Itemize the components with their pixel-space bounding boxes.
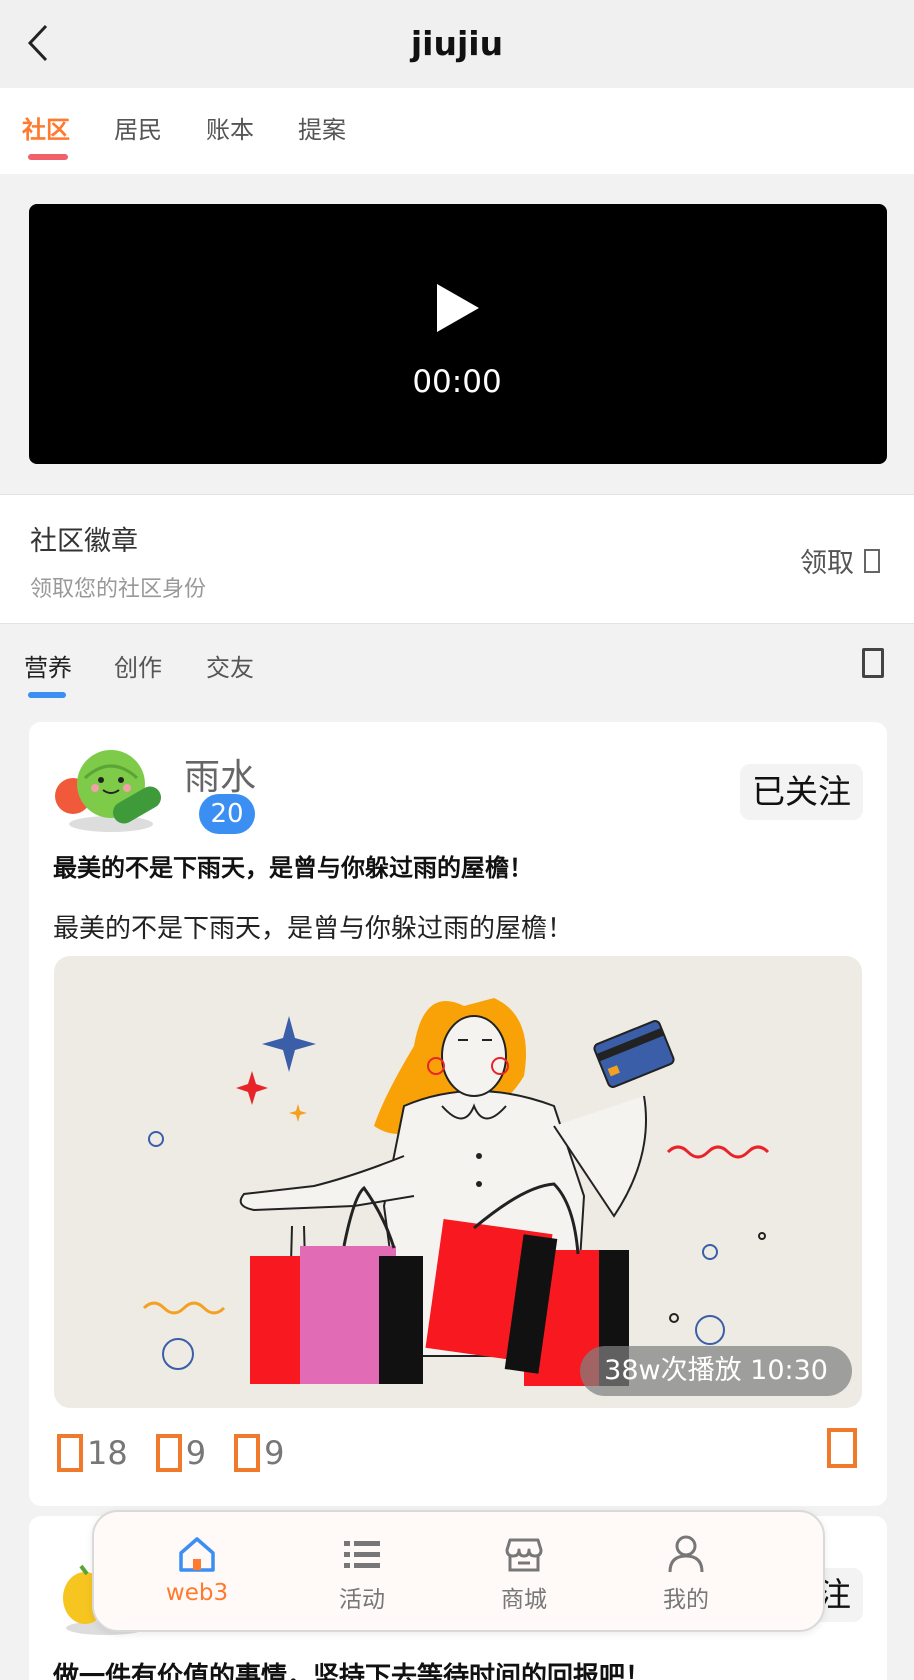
nav-mall[interactable]: 商城: [469, 1534, 579, 1614]
post-image[interactable]: 38w次播放 10:30: [54, 956, 862, 1408]
chevron-right-icon: [864, 548, 880, 573]
post-title: 做一件有价值的事情，坚持下去等待时间的回报吧！: [53, 1662, 652, 1680]
tab-residents[interactable]: 居民: [114, 110, 162, 145]
badge-title: 社区徽章: [30, 526, 138, 557]
post-card[interactable]: 雨水 20 已关注 最美的不是下雨天，是曾与你躲过雨的屋檐！ 最美的不是下雨天，…: [29, 722, 887, 1506]
category-tab-indicator: [28, 692, 66, 698]
top-tabs: 社区 居民 账本 提案: [0, 88, 914, 174]
shopping-illustration: [142, 998, 770, 1386]
nav-label: 我的: [663, 1587, 709, 1613]
store-icon: [505, 1538, 543, 1572]
list-icon: [344, 1541, 380, 1568]
video-player[interactable]: [29, 204, 887, 464]
tab-creation[interactable]: 创作: [114, 648, 162, 683]
tab-ledger[interactable]: 账本: [206, 110, 254, 145]
nav-label: web3: [165, 1580, 229, 1606]
header: jiujiu: [0, 0, 914, 88]
nav-label: 商城: [501, 1587, 547, 1613]
nav-web3[interactable]: web3: [142, 1534, 252, 1606]
avatar: [55, 750, 161, 832]
bottom-nav: web3 活动 商城 我的: [92, 1510, 825, 1632]
user-icon: [668, 1535, 704, 1573]
nav-label: 活动: [339, 1587, 385, 1613]
comment-count: 9: [185, 1434, 207, 1472]
menu-icon[interactable]: [862, 648, 884, 678]
tab-proposals[interactable]: 提案: [298, 110, 346, 145]
collect-button[interactable]: 9: [234, 1434, 284, 1472]
play-count-badge: 38w次播放 10:30: [580, 1346, 852, 1396]
post-text: 最美的不是下雨天，是曾与你躲过雨的屋檐！: [53, 914, 574, 944]
tab-friends[interactable]: 交友: [206, 648, 254, 683]
post-title: 最美的不是下雨天，是曾与你躲过雨的屋檐！: [53, 854, 533, 882]
nav-mine[interactable]: 我的: [631, 1534, 741, 1614]
like-icon: [57, 1434, 83, 1472]
badge-subtitle: 领取您的社区身份: [30, 577, 207, 602]
tab-nutrition[interactable]: 营养: [24, 648, 72, 683]
tab-indicator: [28, 154, 68, 160]
collect-icon: [234, 1434, 261, 1472]
user-name[interactable]: 雨水: [184, 748, 256, 800]
level-badge: 20: [199, 794, 255, 834]
comment-button[interactable]: 9: [155, 1434, 207, 1472]
home-icon: [179, 1537, 215, 1572]
like-count: 18: [87, 1434, 128, 1472]
like-button[interactable]: 18: [57, 1434, 128, 1472]
category-tabs: 营养 创作 交友: [0, 624, 914, 714]
share-icon[interactable]: [827, 1428, 857, 1468]
collect-count: 9: [264, 1434, 285, 1472]
claim-label: 领取: [800, 548, 854, 579]
tab-community[interactable]: 社区: [22, 110, 70, 145]
play-icon[interactable]: [437, 284, 479, 332]
post-stats: 18 9 9: [57, 1434, 284, 1472]
page: jiujiu 社区 居民 账本 提案 00:00 社区徽章 领取您的社区身份 领…: [0, 0, 914, 1680]
video-time: 00:00: [412, 364, 502, 400]
claim-badge-button[interactable]: 领取: [800, 541, 880, 580]
follow-button[interactable]: 已关注: [740, 764, 863, 820]
nav-activities[interactable]: 活动: [307, 1534, 417, 1614]
community-badge-section: 社区徽章 领取您的社区身份 领取: [0, 494, 914, 624]
comment-icon: [155, 1434, 182, 1472]
page-title: jiujiu: [410, 24, 504, 63]
